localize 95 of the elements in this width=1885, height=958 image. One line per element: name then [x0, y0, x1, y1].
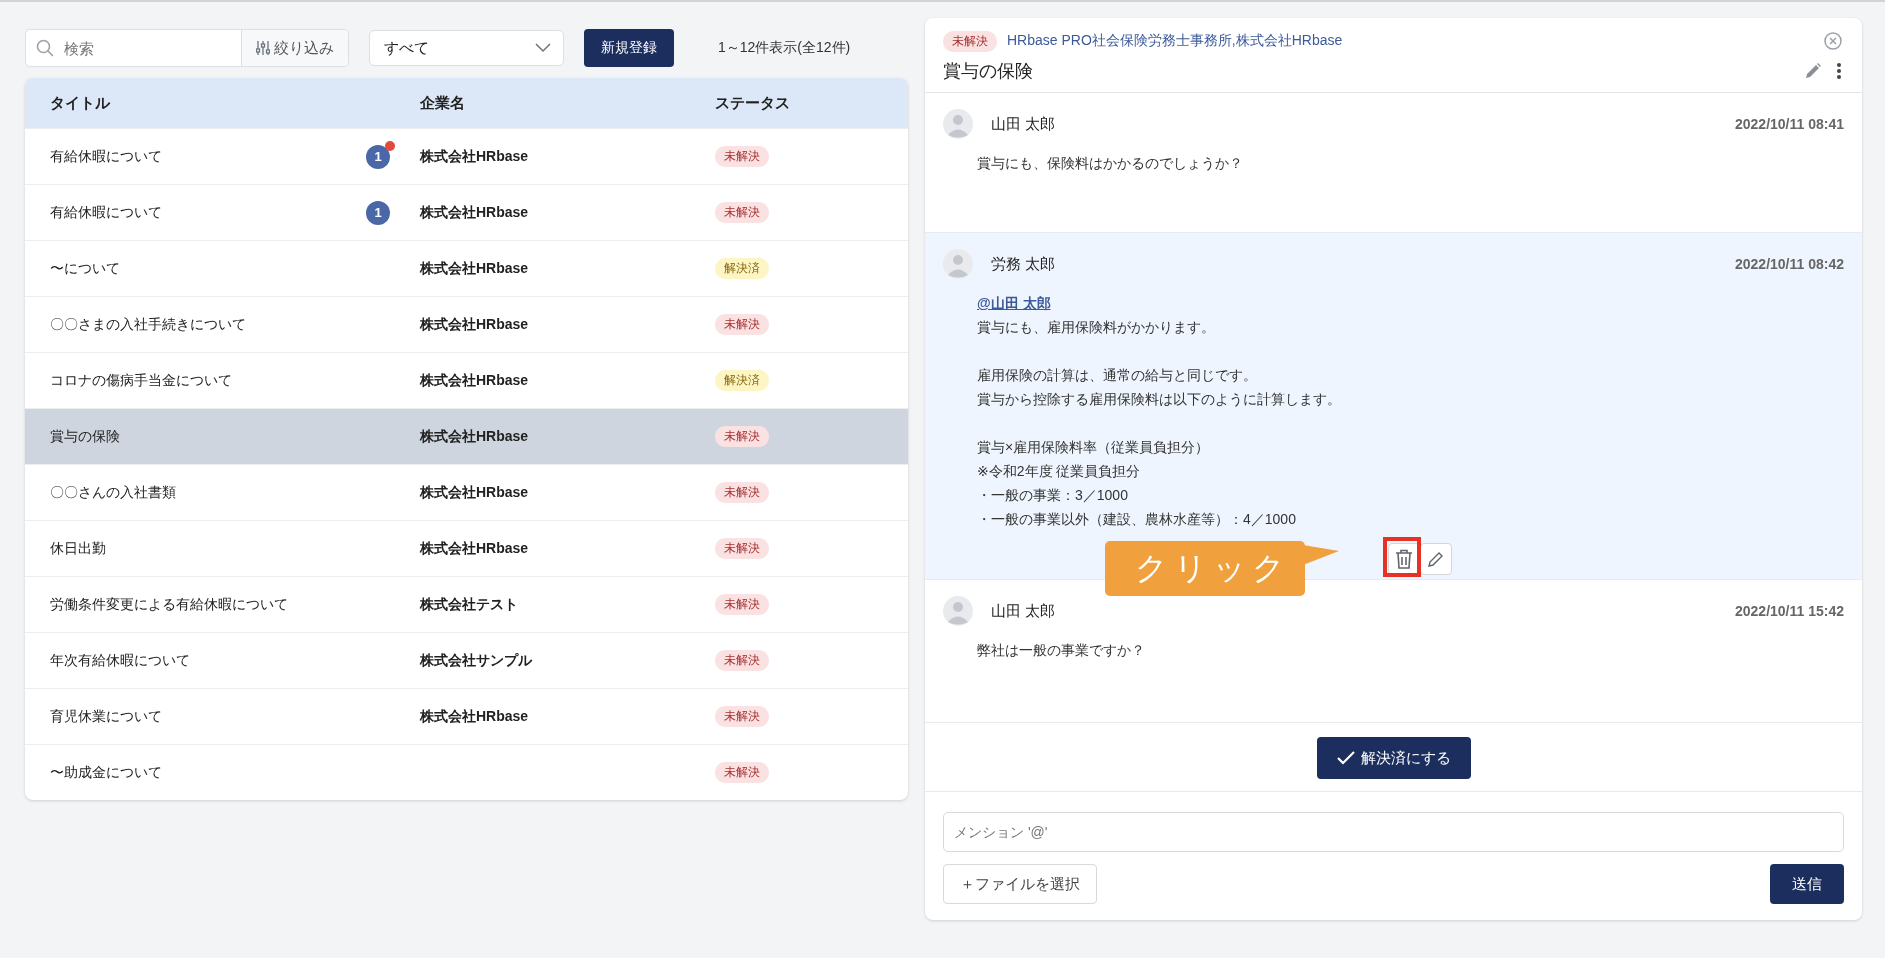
- status-badge: 未解決: [715, 482, 769, 503]
- company-cell: 株式会社HRbase: [420, 203, 529, 222]
- company-cell: 株式会社サンプル: [420, 651, 532, 670]
- table-row[interactable]: 〇〇さんの入社書類 株式会社HRbase 未解決: [25, 464, 908, 520]
- author-name: 山田 太郎: [991, 601, 1057, 621]
- company-cell: 株式会社HRbase: [420, 483, 529, 502]
- title-cell: 休日出勤: [50, 539, 106, 558]
- company-cell: 株式会社HRbase: [420, 259, 529, 278]
- trash-icon: [1395, 549, 1413, 569]
- sliders-icon: [256, 40, 270, 56]
- timestamp: 2022/10/11 08:42: [1735, 256, 1844, 272]
- search-icon: [36, 39, 54, 57]
- status-badge: 未解決: [715, 650, 769, 671]
- check-icon: [1336, 751, 1355, 765]
- close-icon: [1824, 32, 1842, 50]
- resolve-button[interactable]: 解決済にする: [1316, 737, 1471, 779]
- table-row[interactable]: 〜助成金について 未解決: [25, 744, 908, 800]
- pencil-icon: [1804, 62, 1822, 80]
- message-text: ※令和2年度 従業員負担分: [977, 462, 1141, 481]
- company-cell: 株式会社テスト: [420, 595, 518, 614]
- callout-pointer-icon: [1303, 545, 1339, 565]
- status-badge: 未解決: [715, 146, 769, 167]
- file-select-button[interactable]: ＋ファイルを選択: [943, 864, 1097, 904]
- message-text: 雇用保険の計算は、通常の給与と同じです。: [977, 366, 1257, 385]
- status-badge: 解決済: [715, 258, 769, 279]
- status-select[interactable]: すべて: [369, 30, 564, 66]
- new-button[interactable]: 新規登録: [584, 29, 674, 67]
- title-cell: 〇〇さまの入社手続きについて: [50, 315, 246, 334]
- column-header: 企業名: [420, 93, 465, 113]
- status-badge: 未解決: [715, 706, 769, 727]
- message-text: 賞与から控除する雇用保険料は以下のように計算します。: [977, 390, 1341, 409]
- company-cell: 株式会社HRbase: [420, 315, 529, 334]
- company-cell: 株式会社HRbase: [420, 427, 529, 446]
- status-badge: 未解決: [715, 202, 769, 223]
- thread-title: 賞与の保険: [943, 60, 1034, 83]
- send-button[interactable]: 送信: [1770, 864, 1844, 904]
- author-name: 山田 太郎: [991, 114, 1057, 134]
- search-field[interactable]: 検索: [62, 38, 216, 58]
- title-cell: 育児休業について: [50, 707, 162, 726]
- timestamp: 2022/10/11 15:42: [1735, 603, 1844, 619]
- table-row[interactable]: 有給休暇について 1 株式会社HRbase 未解決: [25, 128, 908, 184]
- participants-link[interactable]: HRbase PRO社会保険労務士事務所,株式会社HRbase: [1007, 32, 1812, 50]
- status-badge: 未解決: [715, 594, 769, 615]
- message-text: 賞与にも、保険料はかかるのでしょうか？: [977, 154, 1243, 173]
- company-cell: 株式会社HRbase: [420, 707, 529, 726]
- mention-link[interactable]: @山田 太郎: [977, 291, 1051, 315]
- status-badge: 未解決: [715, 762, 769, 783]
- close-button[interactable]: [1822, 32, 1844, 50]
- more-button[interactable]: [1834, 62, 1844, 80]
- avatar-icon: [943, 109, 973, 139]
- pencil-icon: [1427, 550, 1445, 568]
- table-row[interactable]: 労働条件変更による有給休暇について 株式会社テスト 未解決: [25, 576, 908, 632]
- title-cell: 賞与の保険: [50, 427, 120, 446]
- filter-button[interactable]: 絞り込み: [241, 30, 348, 66]
- title-cell: 〇〇さんの入社書類: [50, 483, 176, 502]
- title-cell: 有給休暇について: [50, 147, 162, 166]
- status-badge: 未解決: [715, 314, 769, 335]
- company-cell: 株式会社HRbase: [420, 147, 529, 166]
- column-header: ステータス: [715, 93, 790, 113]
- title-cell: 年次有給休暇について: [50, 651, 190, 670]
- table-row[interactable]: 休日出勤 株式会社HRbase 未解決: [25, 520, 908, 576]
- table-row[interactable]: 育児休業について 株式会社HRbase 未解決: [25, 688, 908, 744]
- message-text: 賞与にも、雇用保険料がかかります。: [977, 318, 1215, 337]
- highlight-frame: [1383, 537, 1421, 577]
- avatar-icon: [943, 249, 973, 279]
- message-text: ・一般の事業以外（建設、農林水産等）：4／1000: [977, 510, 1296, 529]
- table-row[interactable]: 〇〇さまの入社手続きについて 株式会社HRbase 未解決: [25, 296, 908, 352]
- edit-button[interactable]: [1420, 543, 1452, 575]
- status-badge: 未解決: [715, 538, 769, 559]
- status-badge: 解決済: [715, 370, 769, 391]
- title-cell: 有給休暇について: [50, 203, 162, 222]
- company-cell: 株式会社HRbase: [420, 371, 529, 390]
- table-row[interactable]: 〜について 株式会社HRbase 解決済: [25, 240, 908, 296]
- company-cell: 株式会社HRbase: [420, 539, 529, 558]
- title-cell: 〜助成金について: [50, 763, 162, 782]
- status-badge: 未解決: [715, 426, 769, 447]
- message-text: ・一般の事業：3／1000: [977, 486, 1128, 505]
- status-badge: 未解決: [943, 30, 997, 52]
- column-header: タイトル: [50, 93, 110, 113]
- title-cell: 労働条件変更による有給休暇について: [50, 595, 288, 614]
- title-cell: 〜について: [50, 259, 120, 278]
- unread-badge: 1: [366, 200, 390, 225]
- table-row[interactable]: 有給休暇について 1 株式会社HRbase 未解決: [25, 184, 908, 240]
- author-name: 労務 太郎: [991, 254, 1057, 274]
- table-row[interactable]: 年次有給休暇について 株式会社サンプル 未解決: [25, 632, 908, 688]
- title-cell: コロナの傷病手当金について: [50, 371, 232, 390]
- vertical-dots-icon: [1836, 62, 1842, 80]
- avatar-icon: [943, 596, 973, 626]
- result-count: 1～12件表示(全12件): [718, 39, 851, 57]
- message-text: 弊社は一般の事業ですか？: [977, 641, 1145, 660]
- table-row[interactable]: 賞与の保険 株式会社HRbase 未解決: [25, 408, 908, 464]
- timestamp: 2022/10/11 08:41: [1735, 116, 1844, 132]
- chevron-down-icon: [535, 43, 551, 53]
- message-text: 賞与×雇用保険料率（従業員負担分）: [977, 438, 1210, 457]
- message-input[interactable]: メンション '@': [943, 812, 1844, 852]
